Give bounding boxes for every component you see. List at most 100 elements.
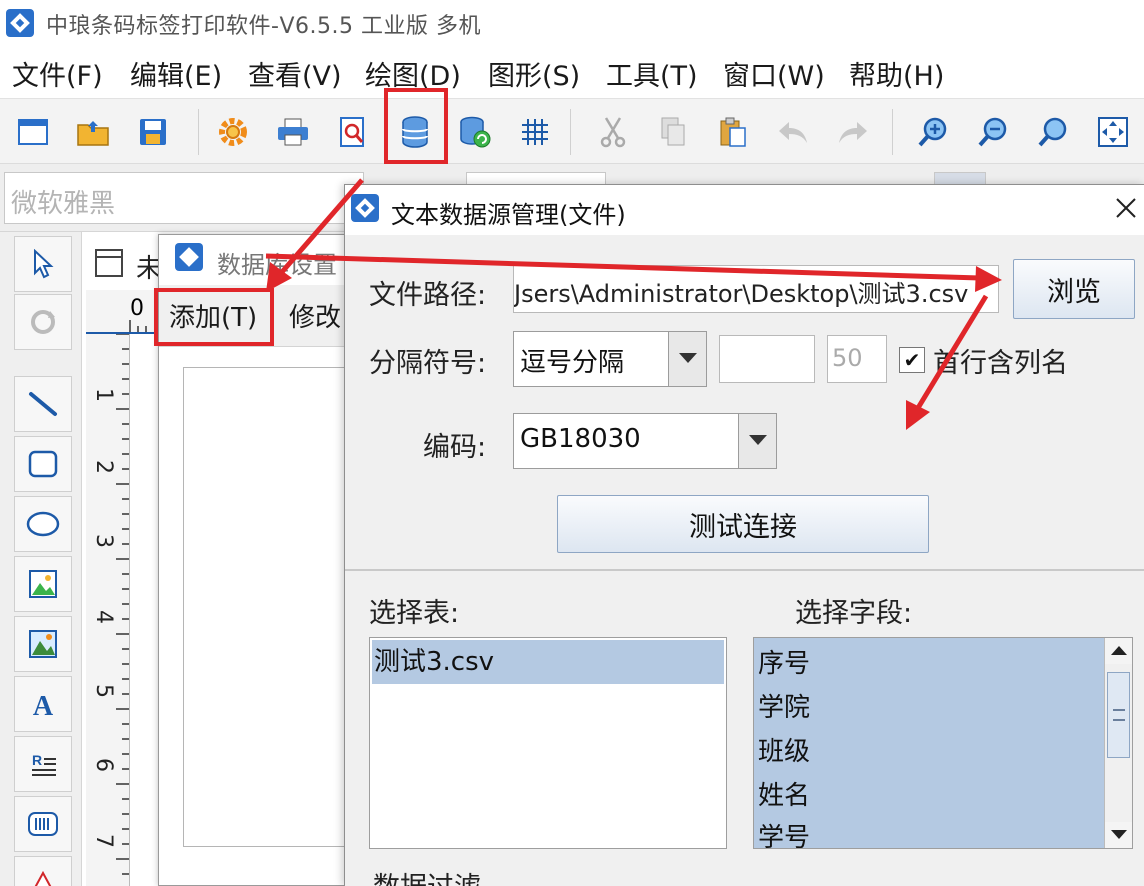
image-tool-icon[interactable] <box>14 556 72 612</box>
select-tool-icon[interactable] <box>14 236 72 292</box>
undo-icon[interactable] <box>770 109 816 155</box>
ruler-number: 1 <box>91 388 116 402</box>
close-icon[interactable] <box>1111 193 1141 223</box>
edit-datasource-menu[interactable]: 修改 <box>289 297 341 334</box>
save-icon[interactable] <box>130 109 176 155</box>
ruler-number: 7 <box>91 834 116 848</box>
main-toolbar <box>0 98 1144 164</box>
rotate-tool-icon[interactable] <box>14 294 72 350</box>
fit-icon[interactable] <box>1090 109 1136 155</box>
menu-window[interactable]: 窗口(W) <box>723 54 825 93</box>
encoding-value: GB18030 <box>520 424 641 454</box>
database-dialog-titlebar: 数据库设置 <box>159 235 359 285</box>
title-bar: 中琅条码标签打印软件-V6.5.5 工业版 多机 <box>0 0 1144 46</box>
menu-edit[interactable]: 编辑(E) <box>130 54 222 93</box>
data-filter-label: 数据过滤 <box>369 865 485 886</box>
section-divider <box>345 569 1144 571</box>
copy-icon[interactable] <box>650 109 696 155</box>
svg-text:A: A <box>33 691 54 719</box>
field-list-scrollbar[interactable] <box>1104 638 1132 848</box>
menu-tools[interactable]: 工具(T) <box>606 54 698 93</box>
zoom-icon[interactable] <box>1030 109 1076 155</box>
browse-button[interactable]: 浏览 <box>1013 259 1135 319</box>
database-dialog-title: 数据库设置 <box>217 251 337 279</box>
scroll-down-icon[interactable] <box>1105 822 1132 848</box>
new-icon[interactable] <box>10 109 56 155</box>
document-icon <box>95 249 123 277</box>
tool-palette: A R <box>0 232 82 886</box>
table-list[interactable]: 测试3.csv <box>369 637 727 849</box>
encoding-select[interactable]: GB18030 <box>513 413 777 469</box>
zoom-out-icon[interactable] <box>970 109 1016 155</box>
line-tool-icon[interactable] <box>14 376 72 432</box>
app-title: 中琅条码标签打印软件-V6.5.5 工业版 多机 <box>46 14 481 39</box>
file-path-value: Jsers\Administrator\Desktop\测试3.csv <box>514 280 969 308</box>
file-path-input[interactable]: Jsers\Administrator\Desktop\测试3.csv <box>513 265 999 313</box>
barcode-tool-icon[interactable] <box>14 796 72 852</box>
test-connection-button[interactable]: 测试连接 <box>557 495 929 553</box>
toolbar-separator <box>570 109 571 155</box>
dialog-logo-icon <box>351 194 379 222</box>
text-dialog-titlebar: 文本数据源管理(文件) <box>345 185 1144 235</box>
field-list-item[interactable]: 序号 <box>756 642 810 686</box>
print-icon[interactable] <box>270 109 316 155</box>
print-preview-icon[interactable] <box>330 109 376 155</box>
redo-icon[interactable] <box>830 109 876 155</box>
separator-value: 逗号分隔 <box>520 348 625 378</box>
field-list-item[interactable]: 姓名 <box>756 774 810 818</box>
vertical-ruler: 1 2 3 4 5 6 7 <box>86 334 130 886</box>
rectangle-tool-icon[interactable] <box>14 436 72 492</box>
scrollbar-thumb[interactable] <box>1107 672 1130 758</box>
text-tool-icon[interactable]: A <box>14 676 72 732</box>
toolbar-separator <box>198 109 199 155</box>
chevron-down-icon[interactable] <box>738 414 776 468</box>
text-datasource-dialog: 文本数据源管理(文件) 文件路径: Jsers\Administrator\De… <box>344 184 1144 886</box>
rich-text-tool-icon[interactable]: R <box>14 736 72 792</box>
scroll-up-icon[interactable] <box>1105 638 1132 664</box>
menu-view[interactable]: 查看(V) <box>248 54 342 93</box>
field-list-item[interactable]: 班级 <box>756 730 810 774</box>
ruler-number: 2 <box>91 460 116 474</box>
grid-icon[interactable] <box>512 109 558 155</box>
cut-icon[interactable] <box>590 109 636 155</box>
open-icon[interactable] <box>70 109 116 155</box>
ruler-zero: 0 <box>130 296 144 321</box>
font-family-placeholder: 微软雅黑 <box>11 189 116 219</box>
add-menu-highlight <box>154 288 274 346</box>
select-table-label: 选择表: <box>369 598 460 629</box>
dialog-logo-icon <box>175 243 203 271</box>
ellipse-tool-icon[interactable] <box>14 496 72 552</box>
first-row-header-label: 首行含列名 <box>933 348 1068 379</box>
first-row-header-checkbox[interactable]: ✔ <box>899 347 925 373</box>
ruler-number: 4 <box>91 610 116 624</box>
shape-tool-icon[interactable] <box>14 856 72 886</box>
length-value: 50 <box>832 344 863 372</box>
file-path-label: 文件路径: <box>369 280 487 311</box>
length-input[interactable]: 50 <box>827 335 887 383</box>
separator-select[interactable]: 逗号分隔 <box>513 331 707 387</box>
field-list-item[interactable]: 学号 <box>756 816 810 848</box>
zoom-in-icon[interactable] <box>910 109 956 155</box>
picture-tool-icon[interactable] <box>14 616 72 672</box>
field-list-item[interactable]: 学院 <box>756 686 810 730</box>
toolbar-separator <box>892 109 893 155</box>
separator-label: 分隔符号: <box>369 348 487 379</box>
menu-file[interactable]: 文件(F) <box>12 54 103 93</box>
field-list[interactable]: 序号 学院 班级 姓名 学号 <box>753 637 1133 849</box>
ruler-number: 6 <box>91 758 116 772</box>
chevron-down-icon[interactable] <box>668 332 706 386</box>
encoding-label: 编码: <box>423 432 487 463</box>
settings-icon[interactable] <box>210 109 256 155</box>
font-family-select[interactable]: 微软雅黑 <box>4 172 364 224</box>
database-refresh-icon[interactable] <box>452 109 498 155</box>
menu-help[interactable]: 帮助(H) <box>849 54 944 93</box>
ruler-number: 5 <box>91 684 116 698</box>
paste-icon[interactable] <box>710 109 756 155</box>
table-list-item[interactable]: 测试3.csv <box>372 640 724 684</box>
custom-separator-input[interactable] <box>719 335 815 383</box>
text-dialog-title: 文本数据源管理(文件) <box>391 201 626 229</box>
datasource-list[interactable] <box>183 367 359 847</box>
app-logo-icon <box>6 9 34 37</box>
menu-shape[interactable]: 图形(S) <box>488 54 580 93</box>
database-button-highlight <box>384 88 448 164</box>
